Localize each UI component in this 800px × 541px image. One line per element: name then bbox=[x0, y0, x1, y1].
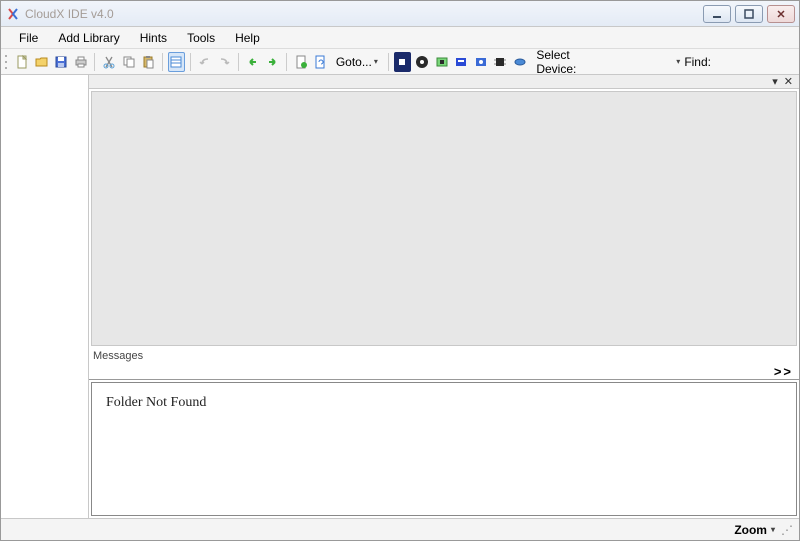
app-icon bbox=[5, 6, 21, 22]
messages-controls: >> bbox=[89, 364, 799, 380]
project-sidebar[interactable] bbox=[1, 75, 89, 518]
toolbar-separator bbox=[238, 53, 239, 71]
main-area: ▾ ✕ Messages >> Folder Not Found bbox=[89, 75, 799, 518]
toolbar-separator bbox=[286, 53, 287, 71]
module-icon-1[interactable] bbox=[452, 52, 470, 72]
minimize-button[interactable] bbox=[703, 5, 731, 23]
file-action-button[interactable] bbox=[292, 52, 310, 72]
toolbar-separator bbox=[94, 53, 95, 71]
resize-grip[interactable]: ⋰ bbox=[781, 523, 793, 537]
goto-label: Goto... bbox=[336, 55, 372, 69]
nav-forward-button[interactable] bbox=[263, 52, 281, 72]
save-button[interactable] bbox=[52, 52, 70, 72]
menu-help[interactable]: Help bbox=[225, 29, 270, 47]
chip-icon-1[interactable] bbox=[394, 52, 412, 72]
statusbar: Zoom ▾ ⋰ bbox=[1, 518, 799, 540]
board-icon-1[interactable] bbox=[433, 52, 451, 72]
device-icon[interactable] bbox=[511, 52, 529, 72]
menu-hints[interactable]: Hints bbox=[130, 29, 177, 47]
editor-pane[interactable] bbox=[91, 91, 797, 346]
titlebar: CloudX IDE v4.0 bbox=[1, 1, 799, 27]
close-button[interactable] bbox=[767, 5, 795, 23]
chip-icon-2[interactable] bbox=[413, 52, 431, 72]
window-title: CloudX IDE v4.0 bbox=[25, 7, 703, 21]
paste-button[interactable] bbox=[139, 52, 157, 72]
find-label: Find: bbox=[684, 55, 711, 69]
menu-tools[interactable]: Tools bbox=[177, 29, 225, 47]
messages-title: Messages bbox=[89, 348, 799, 364]
doc-window-controls: ▾ ✕ bbox=[89, 75, 799, 89]
select-device-label: Select Device: bbox=[536, 48, 602, 76]
messages-text: Folder Not Found bbox=[106, 395, 206, 410]
menu-file[interactable]: File bbox=[9, 29, 48, 47]
messages-panel: Messages >> Folder Not Found bbox=[89, 348, 799, 518]
doc-close-icon[interactable]: ✕ bbox=[784, 75, 793, 88]
toolbar-separator bbox=[162, 53, 163, 71]
messages-output[interactable]: Folder Not Found bbox=[91, 382, 797, 516]
toggle-view-button[interactable] bbox=[168, 52, 186, 72]
workspace: ▾ ✕ Messages >> Folder Not Found bbox=[1, 75, 799, 518]
chevron-down-icon: ▾ bbox=[771, 525, 775, 534]
nav-back-button[interactable] bbox=[244, 52, 262, 72]
print-button[interactable] bbox=[72, 52, 90, 72]
find-input[interactable] bbox=[717, 53, 795, 71]
chevron-down-icon: ▾ bbox=[676, 57, 680, 66]
zoom-label: Zoom bbox=[734, 523, 767, 537]
menu-add-library[interactable]: Add Library bbox=[48, 29, 129, 47]
copy-button[interactable] bbox=[120, 52, 138, 72]
goto-button[interactable]: Goto... ▾ bbox=[331, 52, 383, 72]
toolbar-gripper[interactable] bbox=[5, 53, 9, 71]
undo-button[interactable] bbox=[196, 52, 214, 72]
redo-button[interactable] bbox=[216, 52, 234, 72]
window-controls bbox=[703, 5, 795, 23]
toolbar: Goto... ▾ Select Device: ▾ Find: bbox=[1, 49, 799, 75]
doc-restore-icon[interactable]: ▾ bbox=[772, 75, 778, 88]
menubar: File Add Library Hints Tools Help bbox=[1, 27, 799, 49]
open-file-button[interactable] bbox=[33, 52, 51, 72]
zoom-control[interactable]: Zoom ▾ bbox=[734, 523, 775, 537]
refresh-file-button[interactable] bbox=[311, 52, 329, 72]
chip-icon-3[interactable] bbox=[491, 52, 509, 72]
toolbar-separator bbox=[388, 53, 389, 71]
toolbar-separator bbox=[190, 53, 191, 71]
new-file-button[interactable] bbox=[13, 52, 31, 72]
cut-button[interactable] bbox=[100, 52, 118, 72]
device-dropdown[interactable]: ▾ bbox=[604, 53, 682, 71]
module-icon-2[interactable] bbox=[472, 52, 490, 72]
messages-collapse-button[interactable]: >> bbox=[774, 364, 793, 379]
chevron-down-icon: ▾ bbox=[374, 57, 378, 66]
maximize-button[interactable] bbox=[735, 5, 763, 23]
